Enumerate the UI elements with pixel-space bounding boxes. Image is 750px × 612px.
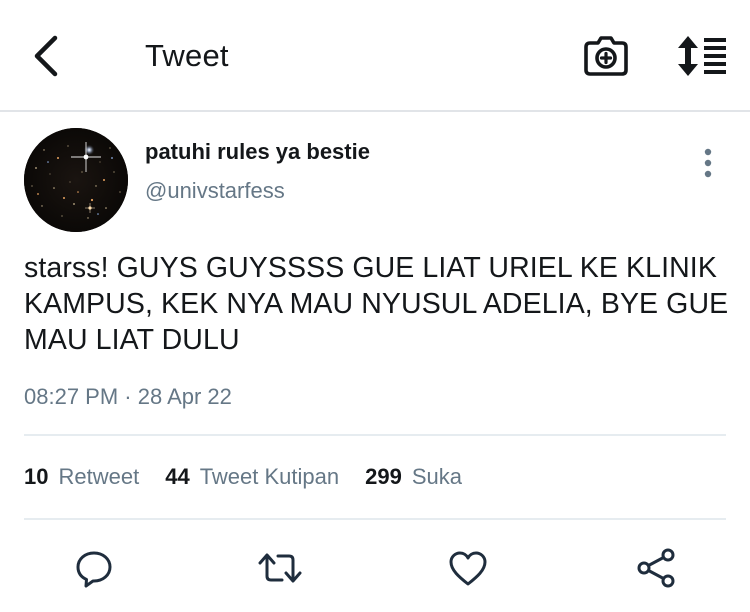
reply-button[interactable] (72, 546, 116, 590)
share-icon (637, 548, 675, 588)
page-title: Tweet (145, 38, 229, 73)
sort-list-icon (678, 36, 726, 76)
likes-stat[interactable]: 299 Suka (365, 464, 462, 490)
retweets-label: Retweet (58, 464, 140, 489)
vertical-dots-icon (704, 148, 712, 178)
tweet-detail-screen: Tweet patuhi rules ya bestie @univstarfe… (0, 0, 750, 612)
divider (24, 434, 726, 436)
tweet-timestamp: 08:27 PM · 28 Apr 22 (24, 384, 232, 409)
reply-icon (76, 551, 112, 588)
share-button[interactable] (634, 546, 678, 590)
like-button[interactable] (446, 546, 490, 590)
divider (24, 518, 726, 520)
likes-count: 299 (365, 464, 402, 489)
likes-label: Suka (411, 464, 462, 489)
display-name[interactable]: patuhi rules ya bestie (145, 139, 370, 165)
tweet-stats: 10 Retweet 44 Tweet Kutipan 299 Suka (24, 464, 488, 490)
top-bar: Tweet (0, 0, 750, 112)
back-button[interactable] (22, 30, 70, 82)
user-handle[interactable]: @univstarfess (145, 178, 285, 204)
retweet-icon (258, 553, 302, 583)
retweets-stat[interactable]: 10 Retweet (24, 464, 139, 490)
tweet-text: starss! GUYS GUYSSSS GUE LIAT URIEL KE K… (24, 252, 729, 356)
chevron-left-icon (34, 35, 58, 77)
retweets-count: 10 (24, 464, 49, 489)
camera-add-icon (584, 36, 628, 76)
avatar[interactable] (24, 128, 128, 232)
more-options-button[interactable] (694, 146, 722, 180)
quotes-count: 44 (165, 464, 190, 489)
like-icon (449, 551, 487, 586)
starfield-avatar-image (24, 128, 128, 232)
sort-button[interactable] (674, 34, 730, 78)
quotes-stat[interactable]: 44 Tweet Kutipan (165, 464, 339, 490)
camera-button[interactable] (582, 34, 630, 80)
quotes-label: Tweet Kutipan (199, 464, 340, 489)
retweet-button[interactable] (258, 546, 302, 590)
